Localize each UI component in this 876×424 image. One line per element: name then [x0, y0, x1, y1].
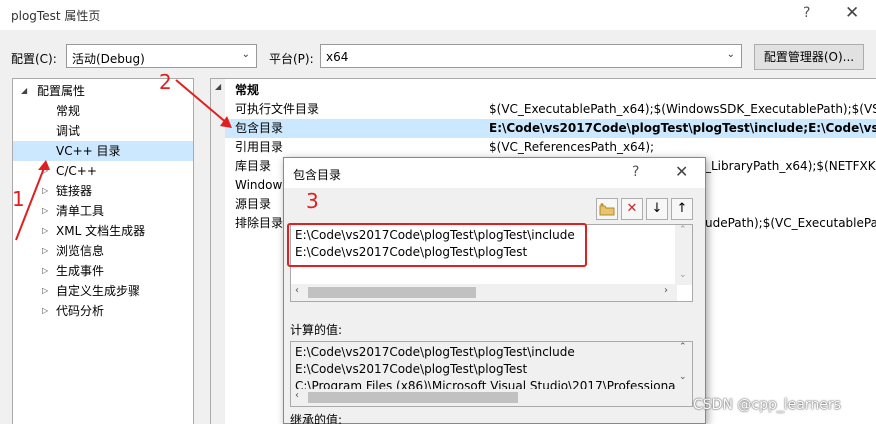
arrow-1: [15, 162, 47, 241]
arrow-2: [175, 79, 229, 125]
watermark: CSDN @cpp_learners: [693, 397, 841, 413]
annotation-arrows: [15, 79, 232, 241]
arrow-1-head: [38, 160, 50, 170]
